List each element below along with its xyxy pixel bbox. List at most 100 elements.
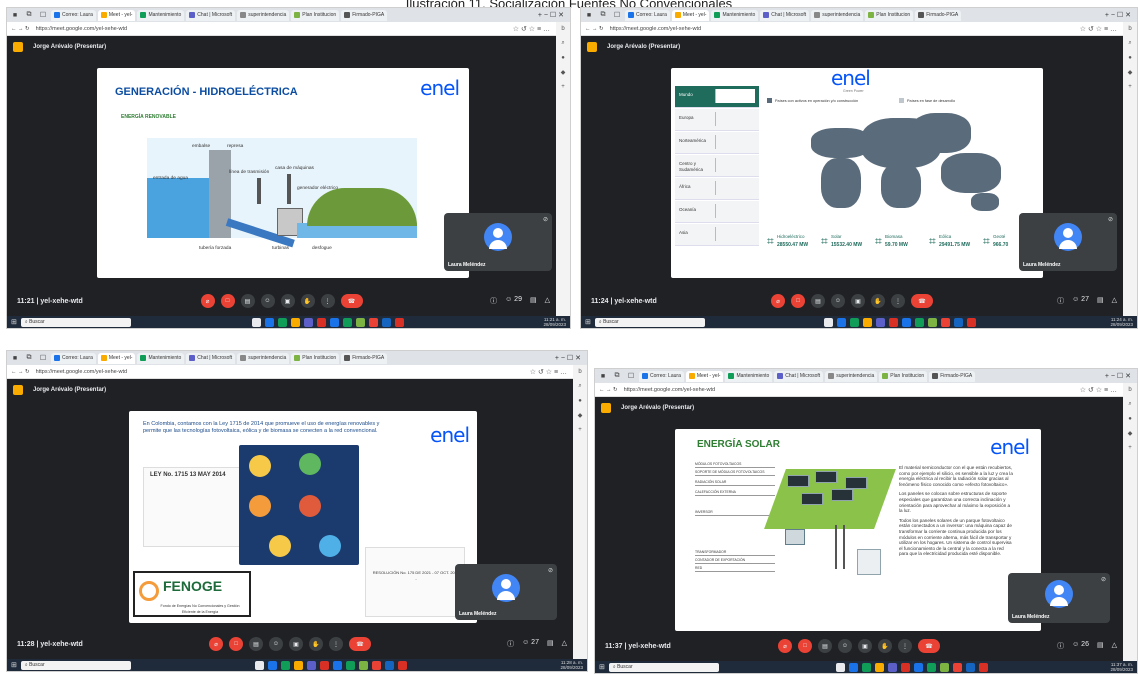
nav-buttons[interactable]: ← → ↻ [11, 26, 30, 32]
taskbar-app-icon[interactable] [346, 660, 356, 670]
sidebar-app-icon[interactable]: b [1128, 26, 1131, 32]
taskbar-app-icon[interactable] [978, 662, 988, 672]
sidebar-app-icon[interactable]: ◆ [561, 69, 566, 76]
taskbar-app-icon[interactable] [965, 662, 975, 672]
browser-tab[interactable]: Plan Institucion [291, 352, 340, 364]
present-icon[interactable]: ▣ [851, 294, 865, 308]
taskbar-app-icon[interactable] [355, 317, 365, 327]
taskbar-app-icon[interactable] [874, 662, 884, 672]
taskbar-app-icon[interactable] [281, 660, 291, 670]
region-row[interactable]: Mundo [675, 86, 759, 108]
taskbar-app-icon[interactable] [850, 317, 860, 327]
sidebar-app-icon[interactable]: ◆ [1128, 69, 1133, 76]
info-icon[interactable]: ⓘ [490, 296, 497, 306]
taskbar-app-icon[interactable] [902, 317, 912, 327]
sidebar-app-icon[interactable]: ● [1128, 416, 1132, 422]
raise-hand-icon[interactable]: ✋ [300, 294, 315, 308]
taskbar-app-icon[interactable] [398, 660, 408, 670]
emoji-icon[interactable]: ☺ [260, 294, 275, 308]
start-icon[interactable]: ⊞ [11, 318, 17, 326]
url-field[interactable]: https://meet.google.com/yel-xehe-wtd [624, 387, 715, 393]
taskbar-app-icon[interactable] [915, 317, 925, 327]
taskbar-app-icon[interactable] [889, 317, 899, 327]
info-icon[interactable]: ⓘ [1057, 641, 1064, 651]
start-icon[interactable]: ⊞ [585, 318, 591, 326]
chat-icon[interactable]: ▤ [547, 639, 554, 649]
browser-tab[interactable]: Plan Institucion [865, 9, 914, 21]
browser-tab[interactable]: Correo: Laura [625, 9, 670, 21]
camera-icon[interactable]: □ [220, 294, 235, 308]
taskbar-app-icon[interactable] [333, 660, 343, 670]
taskbar-app-icon[interactable] [900, 662, 910, 672]
sidebar-app-icon[interactable]: b [578, 369, 581, 375]
captions-icon[interactable]: ▤ [811, 294, 825, 308]
sidebar-app-icon[interactable]: + [561, 84, 565, 90]
browser-tab[interactable]: Firmado-PIGA [915, 9, 962, 21]
window-buttons[interactable]: + − ☐ ✕ [1105, 372, 1137, 380]
participant-tile[interactable]: Laura Meléndez ⊘ [444, 213, 552, 271]
taskbar-app-icon[interactable] [848, 662, 858, 672]
activities-icon[interactable]: △ [562, 639, 567, 649]
info-icon[interactable]: ⓘ [1057, 296, 1064, 306]
sidebar-app-icon[interactable]: ⌕ [578, 383, 581, 390]
taskbar-app-icon[interactable] [928, 317, 938, 327]
browser-tab[interactable]: Meet - yel- [97, 9, 136, 21]
present-icon[interactable]: ▣ [858, 639, 872, 653]
browser-tab[interactable]: Mantenimiento [711, 9, 759, 21]
present-icon[interactable]: ▣ [280, 294, 295, 308]
browser-tab[interactable]: Firmado-PIGA [929, 370, 976, 382]
taskbar-app-icon[interactable] [876, 317, 886, 327]
sidebar-app-icon[interactable]: ● [1128, 55, 1132, 61]
activities-icon[interactable]: △ [545, 296, 550, 306]
region-row[interactable]: Asia [675, 224, 759, 246]
taskbar-app-icon[interactable] [251, 317, 261, 327]
present-icon[interactable]: ▣ [289, 637, 303, 651]
participant-tile[interactable]: Laura Meléndez ⊘ [455, 564, 557, 620]
window-control-icon[interactable]: ⧉ [611, 371, 623, 381]
taskbar-app-icon[interactable] [290, 317, 300, 327]
window-control-icon[interactable]: ⧉ [597, 10, 609, 20]
region-row[interactable]: Oceanía [675, 201, 759, 223]
microphone-icon[interactable]: ⌀ [209, 637, 223, 651]
participant-tile[interactable]: Laura Meléndez ⊘ [1008, 573, 1110, 623]
taskbar-app-icon[interactable] [268, 660, 278, 670]
browser-tab[interactable]: superintendencia [825, 370, 878, 382]
activities-icon[interactable]: △ [1112, 296, 1117, 306]
taskbar-app-icon[interactable] [342, 317, 352, 327]
taskbar-app-icon[interactable] [861, 662, 871, 672]
sidebar-app-icon[interactable]: + [1128, 445, 1132, 451]
taskbar-app-icon[interactable] [939, 662, 949, 672]
raise-hand-icon[interactable]: ✋ [878, 639, 892, 653]
microphone-icon[interactable]: ⌀ [771, 294, 785, 308]
more-options-icon[interactable]: ⋮ [320, 294, 335, 308]
browser-tab[interactable]: Correo: Laura [51, 352, 96, 364]
participant-tile[interactable]: Laura Meléndez ⊘ [1019, 213, 1117, 271]
raise-hand-icon[interactable]: ✋ [309, 637, 323, 651]
microphone-icon[interactable]: ⌀ [200, 294, 215, 308]
taskbar-app-icon[interactable] [255, 660, 265, 670]
window-control-icon[interactable]: ■ [9, 10, 21, 20]
taskbar-search[interactable]: ⌕ Buscar [608, 662, 719, 672]
sidebar-app-icon[interactable]: ⌕ [561, 40, 564, 47]
taskbar-app-icon[interactable] [887, 662, 897, 672]
sidebar-app-icon[interactable]: ◆ [578, 412, 583, 419]
taskbar-app-icon[interactable] [303, 317, 313, 327]
taskbar-app-icon[interactable] [941, 317, 951, 327]
sidebar-app-icon[interactable]: ⌕ [1128, 40, 1131, 47]
window-control-icon[interactable]: ☐ [37, 353, 49, 363]
captions-icon[interactable]: ▤ [249, 637, 263, 651]
microphone-icon[interactable]: ⌀ [778, 639, 792, 653]
sidebar-app-icon[interactable]: + [1128, 84, 1132, 90]
chat-icon[interactable]: ▤ [1097, 296, 1104, 306]
taskbar-app-icon[interactable] [320, 660, 330, 670]
captions-icon[interactable]: ▤ [240, 294, 255, 308]
browser-tab[interactable]: Meet - yel- [97, 352, 136, 364]
taskbar-app-icon[interactable] [863, 317, 873, 327]
emoji-icon[interactable]: ☺ [831, 294, 845, 308]
sidebar-app-icon[interactable]: ● [561, 55, 565, 61]
sidebar-app-icon[interactable]: + [578, 427, 582, 433]
taskbar-app-icon[interactable] [294, 660, 304, 670]
taskbar-app-icon[interactable] [372, 660, 382, 670]
url-field[interactable]: https://meet.google.com/yel-xehe-wtd [36, 26, 127, 32]
chat-icon[interactable]: ▤ [530, 296, 537, 306]
